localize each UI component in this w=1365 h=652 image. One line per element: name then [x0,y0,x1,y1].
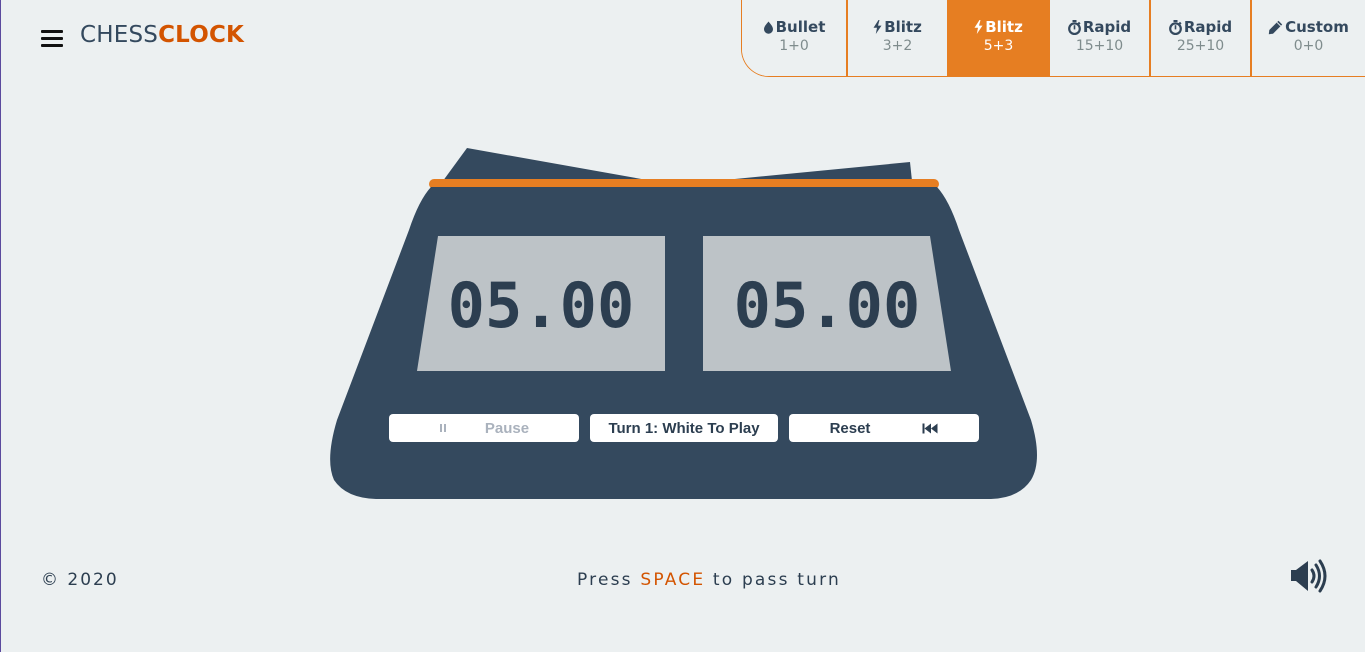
preset-blitz-5-3[interactable]: Blitz 5+3 [947,0,1048,76]
pause-button[interactable]: Pause [389,414,579,442]
black-clock-time[interactable]: 05.00 [702,236,952,372]
preset-time: 3+2 [882,38,913,54]
pencil-icon [1268,20,1283,34]
stopwatch-icon [1067,19,1081,35]
clock-top-bar [429,179,939,189]
preset-label: Custom [1268,18,1349,36]
preset-label: Blitz [974,18,1023,36]
rewind-icon [922,423,938,434]
preset-blitz-3-2[interactable]: Blitz 3+2 [846,0,947,76]
preset-time: 25+10 [1176,38,1225,54]
turn-status-button[interactable]: Turn 1: White To Play [590,414,778,442]
reset-label: Reset [829,419,871,437]
hamburger-menu-icon[interactable] [41,28,65,48]
hint-prefix: Press [577,570,641,590]
preset-name: Rapid [1183,18,1233,36]
menu-bar [41,37,63,40]
white-clock-time[interactable]: 05.00 [416,236,666,372]
preset-time: 1+0 [779,38,809,54]
preset-label: Rapid [1168,18,1233,36]
turn-label: Turn 1: White To Play [608,419,760,437]
preset-name: Blitz [985,18,1023,36]
preset-rapid-15-10[interactable]: Rapid 15+10 [1048,0,1149,76]
reset-button[interactable]: Reset [789,414,979,442]
space-hint: Press SPACE to pass turn [577,570,841,590]
preset-name: Bullet [775,18,826,36]
hint-suffix: to pass turn [705,570,841,590]
right-rocker [663,162,914,200]
copyright-text: © 2020 [41,570,119,590]
preset-label: Blitz [873,18,922,36]
lightning-icon [974,20,983,34]
preset-custom-0-0[interactable]: Custom 0+0 [1250,0,1365,76]
logo-text-chess: CHESS [80,22,159,48]
preset-label: Rapid [1067,18,1132,36]
menu-bar [41,30,63,33]
menu-bar [41,44,63,47]
preset-bullet-1-0[interactable]: Bullet 1+0 [742,0,846,76]
chess-clock: 05.00 05.00 Pause Turn 1: White To Play … [1,0,1365,652]
preset-name: Blitz [884,18,922,36]
pause-label: Pause [484,419,530,437]
left-rocker [429,148,681,200]
app-logo[interactable]: CHESSCLOCK [80,22,244,48]
logo-text-clock: CLOCK [158,22,245,48]
stopwatch-icon [1168,19,1182,35]
volume-icon[interactable] [1290,559,1330,593]
hint-key: SPACE [640,570,706,590]
preset-time: 15+10 [1075,38,1124,54]
bullet-icon [763,21,773,34]
preset-rapid-25-10[interactable]: Rapid 25+10 [1149,0,1250,76]
preset-time: 0+0 [1293,38,1324,54]
lightning-icon [873,20,882,34]
preset-label: Bullet [763,18,826,36]
preset-name: Custom [1285,18,1349,36]
pause-icon [439,423,447,433]
preset-time: 5+3 [983,38,1014,54]
preset-name: Rapid [1082,18,1132,36]
preset-tabs: Bullet 1+0 Blitz 3+2 Blitz 5+3 Rapid 15+… [741,0,1365,77]
clock-body-graphic [330,148,1038,499]
